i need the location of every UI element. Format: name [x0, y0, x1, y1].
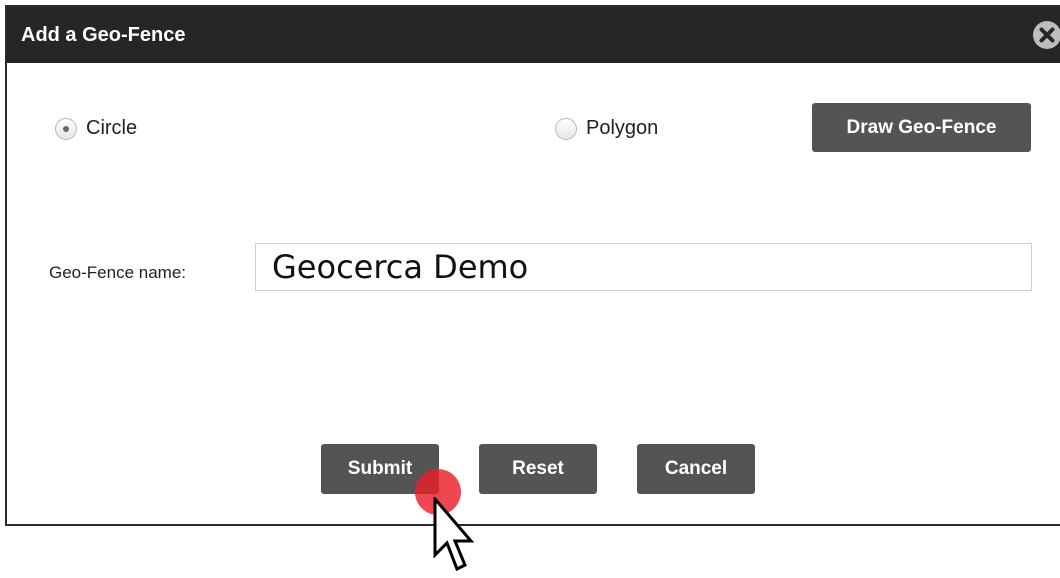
close-icon[interactable]	[1033, 21, 1060, 49]
polygon-radio[interactable]	[555, 117, 577, 140]
cancel-button[interactable]: Cancel	[637, 444, 755, 494]
submit-button[interactable]: Submit	[321, 444, 439, 494]
dialog-title: Add a Geo-Fence	[21, 24, 186, 46]
geo-fence-name-input[interactable]	[255, 243, 1032, 291]
circle-radio[interactable]	[55, 117, 77, 140]
draw-geo-fence-button[interactable]: Draw Geo-Fence	[812, 103, 1031, 152]
polygon-label: Polygon	[586, 117, 659, 139]
dialog-titlebar: Add a Geo-Fence	[7, 7, 1060, 63]
polygon-option[interactable]: Polygon	[555, 117, 658, 140]
reset-button[interactable]: Reset	[479, 444, 597, 494]
geo-fence-dialog: Add a Geo-Fence Circle Polygon Draw Geo-…	[5, 5, 1060, 526]
close-x-glyph	[1039, 27, 1055, 43]
screen: Add a Geo-Fence Circle Polygon Draw Geo-…	[0, 0, 1060, 578]
geo-fence-name-label: Geo-Fence name:	[49, 263, 187, 282]
circle-option[interactable]: Circle	[55, 117, 137, 140]
radio-selected-dot	[63, 125, 69, 132]
circle-label: Circle	[86, 117, 138, 139]
